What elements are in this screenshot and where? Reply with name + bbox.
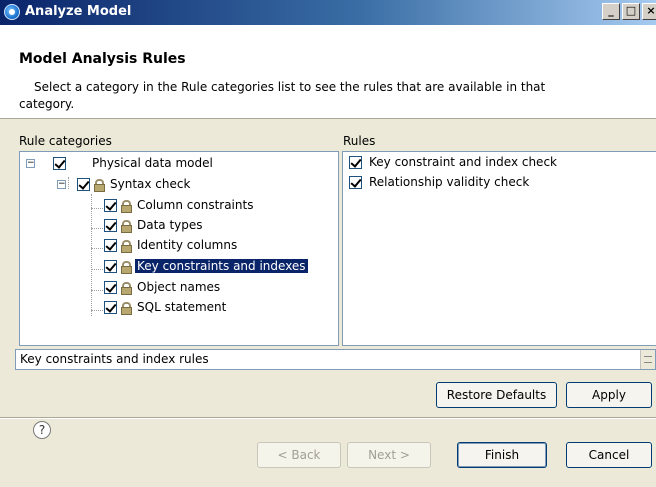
rule-item-label: Relationship validity check (369, 175, 530, 189)
tree-connector (91, 290, 103, 291)
checkbox-checked-icon[interactable] (53, 156, 66, 170)
rule-item-relationship-validity-check[interactable]: Relationship validity check (349, 173, 531, 191)
wizard-body: Rule categories Rules − Physical data mo… (0, 118, 656, 487)
tree-connector (91, 228, 103, 229)
page-description: Select a category in the Rule categories… (19, 80, 546, 111)
tree-item-object-names[interactable]: Object names (104, 278, 222, 296)
close-button[interactable]: × (642, 3, 656, 20)
tree-item-label: Syntax check (110, 177, 191, 191)
tree-item-label-selected: Key constraints and indexes (135, 259, 308, 273)
analyze-model-icon (4, 4, 20, 20)
apply-button[interactable]: Apply (566, 382, 652, 408)
header-divider (0, 118, 656, 119)
restore-defaults-button[interactable]: Restore Defaults (436, 382, 557, 408)
maximize-button[interactable]: □ (622, 3, 640, 20)
window-title: Analyze Model (25, 4, 132, 19)
next-button[interactable]: Next > (347, 442, 431, 468)
checkbox-checked-icon[interactable] (104, 300, 117, 314)
tree-connector (91, 208, 103, 209)
lock-icon (121, 260, 132, 274)
title-bar: Analyze Model _ □ × (0, 0, 656, 25)
rule-item-label: Key constraint and index check (369, 155, 557, 169)
tree-item-label: Column constraints (137, 198, 254, 212)
window-controls: _ □ × (602, 3, 656, 20)
tree-item-label: Identity columns (137, 238, 238, 252)
wizard-header: Model Analysis Rules Select a category i… (0, 25, 656, 118)
back-button[interactable]: < Back (257, 442, 341, 468)
lock-icon (121, 281, 132, 295)
tree-connector (91, 310, 103, 311)
tree-item-column-constraints[interactable]: Column constraints (104, 196, 255, 214)
scroll-icon[interactable] (640, 350, 655, 369)
checkbox-checked-icon[interactable] (104, 280, 117, 294)
checkbox-checked-icon[interactable] (104, 218, 117, 232)
page-title: Model Analysis Rules (19, 51, 186, 67)
lock-icon (121, 301, 132, 315)
tree-connector (91, 194, 92, 316)
rule-categories-tree[interactable]: − Physical data model − Syntax check Col… (19, 151, 339, 346)
lock-icon (121, 219, 132, 233)
rule-categories-label: Rule categories (19, 134, 112, 148)
tree-item-label: Object names (137, 280, 221, 294)
category-description-field[interactable]: Key constraints and index rules (15, 349, 656, 370)
tree-connector (68, 177, 69, 189)
tree-item-data-types[interactable]: Data types (104, 216, 205, 234)
cancel-button[interactable]: Cancel (566, 442, 652, 468)
lock-icon (121, 239, 132, 253)
checkbox-checked-icon[interactable] (349, 175, 362, 189)
finish-button[interactable]: Finish (457, 442, 547, 468)
category-description-text: Key constraints and index rules (20, 352, 209, 366)
lock-icon (121, 199, 132, 213)
collapse-syntax-check-icon[interactable]: − (57, 180, 66, 189)
tree-item-identity-columns[interactable]: Identity columns (104, 236, 239, 254)
checkbox-checked-icon[interactable] (104, 259, 117, 273)
tree-item-label: SQL statement (137, 300, 227, 314)
rules-label: Rules (343, 134, 376, 148)
collapse-root-icon[interactable]: − (26, 159, 35, 168)
rules-list[interactable]: Key constraint and index check Relations… (342, 151, 656, 346)
tree-item-syntax-check[interactable]: Syntax check (77, 175, 192, 193)
help-icon[interactable]: ? (33, 421, 51, 439)
checkbox-checked-icon[interactable] (349, 155, 362, 169)
minimize-button[interactable]: _ (602, 3, 620, 20)
tree-connector (91, 269, 103, 270)
footer-divider (0, 417, 656, 419)
checkbox-checked-icon[interactable] (104, 238, 117, 252)
tree-item-key-constraints-and-indexes[interactable]: Key constraints and indexes (104, 257, 308, 275)
tree-item-sql-statement[interactable]: SQL statement (104, 298, 228, 316)
checkbox-checked-icon[interactable] (77, 177, 90, 191)
rule-item-key-constraint-and-index-check[interactable]: Key constraint and index check (349, 153, 559, 171)
checkbox-checked-icon[interactable] (104, 198, 117, 212)
tree-connector (91, 248, 103, 249)
tree-item-physical-data-model[interactable]: Physical data model (53, 154, 215, 172)
tree-item-label: Physical data model (92, 156, 213, 170)
tree-item-label: Data types (137, 218, 203, 232)
lock-icon (94, 178, 105, 192)
